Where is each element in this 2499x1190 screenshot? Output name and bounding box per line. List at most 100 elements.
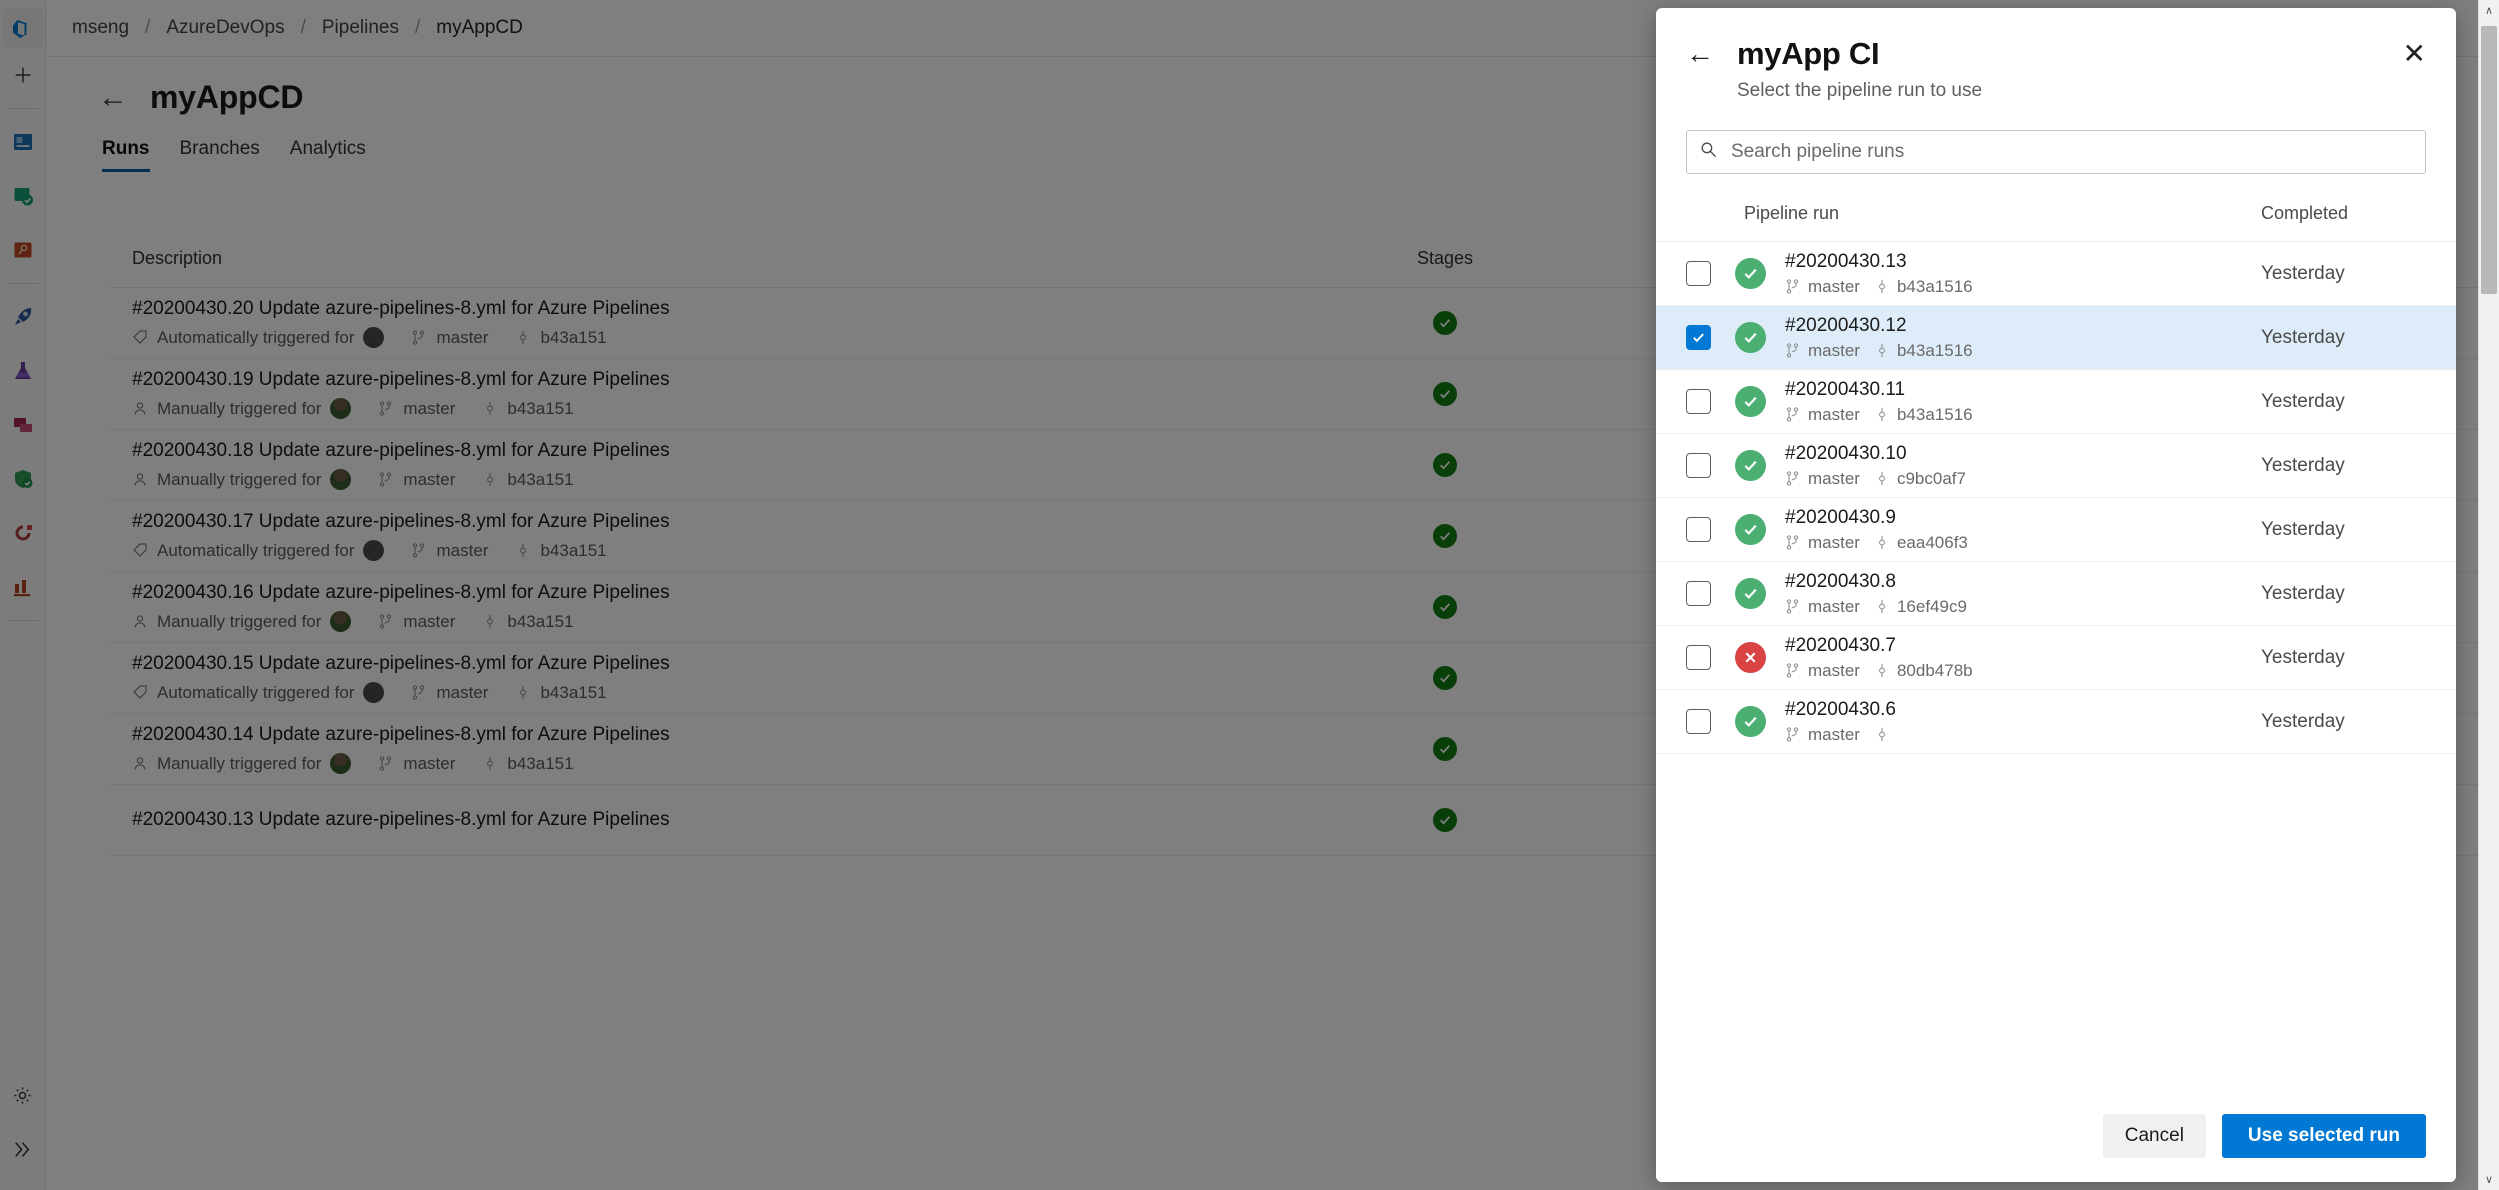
- pipeline-run-row[interactable]: #20200430.11 master b43a1516 Yesterday: [1656, 370, 2456, 434]
- scroll-down-arrow-icon[interactable]: ∨: [2479, 1169, 2499, 1190]
- run-checkbox[interactable]: [1686, 261, 1711, 286]
- dialog-header: ← myApp CI ✕ Select the pipeline run to …: [1656, 8, 2456, 102]
- run-status-succeeded-icon: [1735, 706, 1766, 737]
- scrollbar-thumb[interactable]: [2481, 26, 2497, 294]
- branch-icon: [1786, 407, 1799, 422]
- branch-label: master: [1808, 660, 1860, 680]
- dialog-title: myApp CI: [1737, 36, 1880, 71]
- branch-icon: [1786, 279, 1799, 294]
- run-checkbox[interactable]: [1686, 645, 1711, 670]
- pipeline-run-row[interactable]: #20200430.8 master 16ef49c9 Yesterday: [1656, 562, 2456, 626]
- pipeline-run-row[interactable]: #20200430.9 master eaa406f3 Yesterday: [1656, 498, 2456, 562]
- run-checkbox[interactable]: [1686, 453, 1711, 478]
- commit-label: b43a1516: [1896, 340, 1973, 360]
- dialog-search-area: [1656, 102, 2456, 174]
- pipeline-run-row[interactable]: #20200430.6 master Yesterday: [1656, 690, 2456, 754]
- commit-label: eaa406f3: [1896, 532, 1968, 552]
- run-name: #20200430.13: [1785, 250, 1907, 272]
- run-status-succeeded-icon: [1735, 258, 1766, 289]
- run-completed: Yesterday: [2261, 582, 2345, 604]
- run-meta: master eaa406f3: [1785, 533, 1968, 553]
- run-meta: master b43a1516: [1785, 341, 1973, 361]
- run-completed: Yesterday: [2261, 646, 2345, 668]
- run-status-succeeded-icon: [1735, 578, 1766, 609]
- run-checkbox[interactable]: [1686, 709, 1711, 734]
- commit-icon: [1879, 599, 1885, 614]
- search-box[interactable]: [1686, 130, 2426, 174]
- scroll-up-arrow-icon[interactable]: ∧: [2479, 0, 2499, 21]
- commit-label: b43a1516: [1896, 404, 1973, 424]
- branch-label: master: [1808, 724, 1860, 744]
- run-meta: master 16ef49c9: [1785, 597, 1967, 617]
- pipeline-run-row[interactable]: #20200430.12 master b43a1516 Yesterday: [1656, 306, 2456, 370]
- dialog-subtitle: Select the pipeline run to use: [1737, 80, 1983, 101]
- commit-icon: [1879, 727, 1885, 742]
- branch-label: master: [1808, 404, 1860, 424]
- pipeline-run-row[interactable]: #20200430.7 master 80db478b Yesterday: [1656, 626, 2456, 690]
- run-status-succeeded-icon: [1735, 322, 1766, 353]
- run-checkbox[interactable]: [1686, 325, 1711, 350]
- column-header-pipeline-run: Pipeline run: [1744, 203, 1840, 223]
- branch-icon: [1786, 663, 1799, 678]
- branch-icon: [1786, 343, 1799, 358]
- column-header-completed: Completed: [2261, 203, 2349, 223]
- run-status-succeeded-icon: [1735, 514, 1766, 545]
- commit-icon: [1879, 663, 1885, 678]
- run-completed: Yesterday: [2261, 518, 2345, 540]
- commit-icon: [1879, 279, 1885, 294]
- commit-label: c9bc0af7: [1896, 468, 1966, 488]
- branch-icon: [1786, 535, 1799, 550]
- screen: mseng / AzureDevOps / Pipelines / myAppC…: [0, 0, 2499, 1190]
- commit-label: 80db478b: [1896, 660, 1973, 680]
- run-status-succeeded-icon: [1735, 450, 1766, 481]
- run-completed: Yesterday: [2261, 390, 2345, 412]
- commit-label: b43a1516: [1896, 276, 1973, 296]
- run-completed: Yesterday: [2261, 710, 2345, 732]
- dialog-title-row: ← myApp CI ✕: [1686, 36, 2426, 72]
- cancel-button[interactable]: Cancel: [2102, 1114, 2206, 1158]
- close-icon[interactable]: ✕: [2403, 40, 2426, 68]
- run-name: #20200430.11: [1785, 378, 1906, 400]
- dialog-back-arrow-icon[interactable]: ←: [1686, 40, 1714, 68]
- run-meta: master c9bc0af7: [1785, 469, 1966, 489]
- run-completed: Yesterday: [2261, 454, 2345, 476]
- commit-icon: [1879, 471, 1885, 486]
- branch-label: master: [1808, 276, 1860, 296]
- run-checkbox[interactable]: [1686, 389, 1711, 414]
- run-name: #20200430.9: [1785, 506, 1896, 528]
- run-meta: master 80db478b: [1785, 661, 1973, 681]
- pipeline-run-row[interactable]: #20200430.13 master b43a1516 Yesterday: [1656, 242, 2456, 306]
- use-selected-run-button[interactable]: Use selected run: [2221, 1114, 2426, 1158]
- run-completed: Yesterday: [2261, 262, 2345, 284]
- run-meta: master b43a1516: [1785, 405, 1973, 425]
- page-scrollbar[interactable]: ∧ ∨: [2478, 0, 2499, 1190]
- run-status-succeeded-icon: [1735, 386, 1766, 417]
- branch-label: master: [1808, 596, 1860, 616]
- run-meta: master b43a1516: [1785, 277, 1973, 297]
- commit-icon: [1879, 343, 1885, 358]
- commit-icon: [1879, 407, 1885, 422]
- branch-icon: [1786, 599, 1799, 614]
- run-name: #20200430.8: [1785, 570, 1896, 592]
- run-name: #20200430.6: [1785, 698, 1896, 720]
- branch-label: master: [1808, 340, 1860, 360]
- dialog-footer: Cancel Use selected run: [1656, 1090, 2456, 1182]
- run-checkbox[interactable]: [1686, 517, 1711, 542]
- run-name: #20200430.7: [1785, 634, 1896, 656]
- select-pipeline-run-dialog: ← myApp CI ✕ Select the pipeline run to …: [1656, 8, 2456, 1182]
- run-meta: master: [1785, 725, 1897, 745]
- branch-label: master: [1808, 532, 1860, 552]
- run-status-failed-icon: [1735, 642, 1766, 673]
- run-checkbox[interactable]: [1686, 581, 1711, 606]
- search-icon: [1699, 140, 1718, 164]
- run-list-header: Pipeline run Completed: [1656, 186, 2456, 242]
- search-input[interactable]: [1731, 141, 2413, 163]
- pipeline-run-row[interactable]: #20200430.10 master c9bc0af7 Yesterday: [1656, 434, 2456, 498]
- commit-label: 16ef49c9: [1896, 596, 1967, 616]
- pipeline-run-list[interactable]: #20200430.13 master b43a1516 Yesterday #2020…: [1656, 242, 2456, 1090]
- run-name: #20200430.12: [1785, 314, 1907, 336]
- run-name: #20200430.10: [1785, 442, 1907, 464]
- commit-icon: [1879, 535, 1885, 550]
- branch-label: master: [1808, 468, 1860, 488]
- branch-icon: [1786, 727, 1799, 742]
